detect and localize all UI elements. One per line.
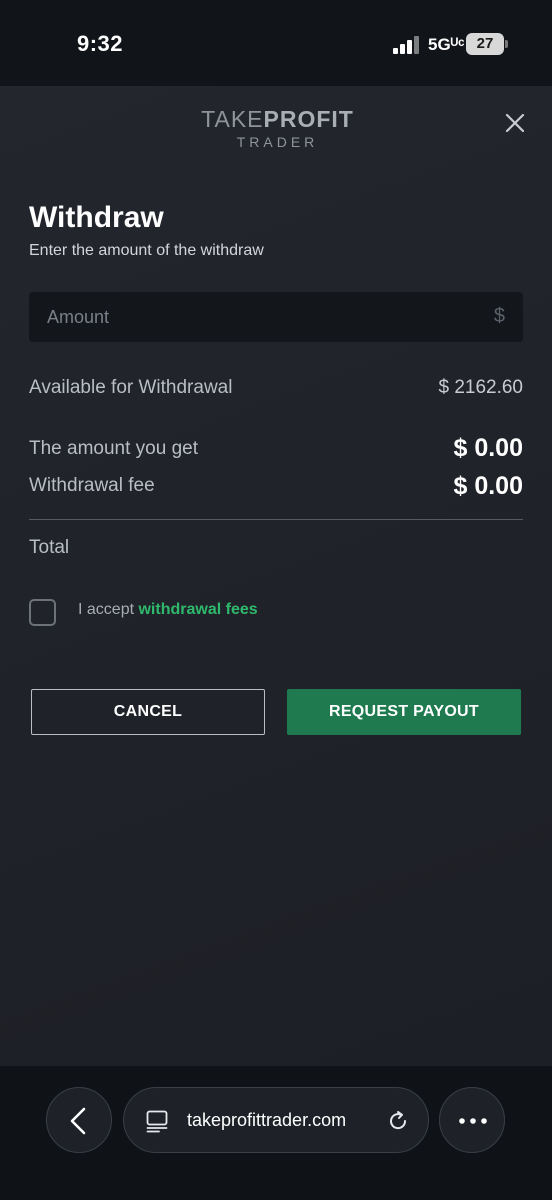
request-payout-button[interactable]: REQUEST PAYOUT [287,689,521,735]
battery-tip [505,40,508,48]
currency-symbol: $ [493,305,505,327]
cancel-button[interactable]: CANCEL [31,689,265,735]
withdrawal-fees-link[interactable]: withdrawal fees [138,601,257,618]
status-time: 9:32 [77,31,124,56]
logo-profit: PROFIT [263,106,354,132]
amount-field[interactable]: $ [29,292,523,342]
reload-icon[interactable] [385,1108,411,1134]
battery-icon: 27 [466,33,504,55]
signal-icon [393,36,419,54]
page-title: Withdraw [29,201,164,234]
more-icon [459,1118,487,1124]
url-text: takeprofittrader.com [187,1110,347,1130]
page-subtitle: Enter the amount of the withdraw [29,242,264,259]
available-label: Available for Withdrawal [29,377,233,398]
divider [29,519,523,520]
accept-prefix: I accept [78,601,139,618]
close-icon[interactable] [502,110,528,136]
address-bar[interactable]: takeprofittrader.com [123,1087,429,1153]
takeprofit-logo: TAKEPROFIT TRADER [190,106,365,150]
fee-value: $ 0.00 [453,472,523,500]
status-bar: 9:32 5Gᵁᶜ 27 [0,0,552,86]
amount-get-value: $ 0.00 [453,434,523,462]
total-label: Total [29,537,70,558]
withdraw-modal: TAKEPROFIT TRADER Withdraw Enter the amo… [0,86,552,1066]
accept-fees-text: I accept withdrawal fees [78,601,258,619]
logo-subtitle: TRADER [236,134,319,150]
accept-fees-checkbox[interactable] [29,599,56,626]
fee-label: Withdrawal fee [29,475,155,496]
amount-input[interactable] [29,292,479,342]
amount-get-label: The amount you get [29,438,198,459]
available-value: $ 2162.60 [438,377,523,398]
chevron-left-icon [70,1107,86,1135]
back-button[interactable] [46,1087,112,1153]
page-icon[interactable] [145,1109,169,1133]
browser-toolbar: takeprofittrader.com [0,1066,552,1200]
network-indicator: 5Gᵁᶜ [428,35,465,54]
more-button[interactable] [439,1087,505,1153]
logo-take: TAKE [201,106,264,132]
logo-wordmark: TAKEPROFIT [190,106,365,133]
